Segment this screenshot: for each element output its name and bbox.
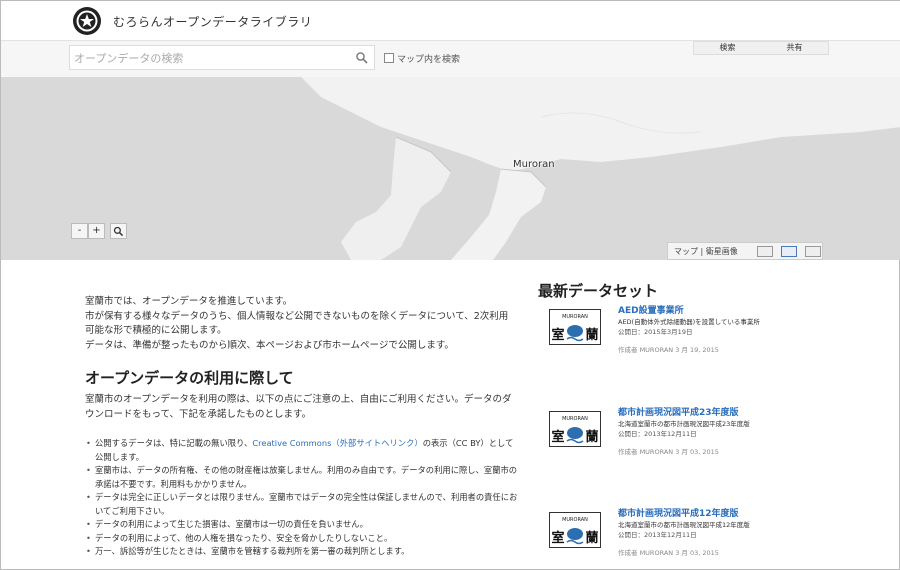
- svg-text:MURORAN: MURORAN: [562, 314, 588, 320]
- tab-share[interactable]: 共有: [761, 42, 828, 54]
- zoom-controls: - +: [71, 223, 127, 239]
- terms-item: データの利用によって、他の人権を損なったり、安全を脅かしたりしないこと。: [85, 532, 521, 546]
- terms-list: 公開するデータは、特に記載の無い限り、Creative Commons（外部サイ…: [85, 437, 521, 559]
- dataset-author: 作成者 MURORAN 3 月 03, 2015: [618, 448, 719, 456]
- latest-datasets-heading: 最新データセット: [538, 282, 659, 300]
- app-title[interactable]: むろらんオープンデータライブラリ: [113, 13, 312, 30]
- layer-option-3[interactable]: [805, 246, 821, 257]
- muroran-logo-thumbnail[interactable]: MURORAN 室 蘭: [549, 309, 601, 345]
- search-icon[interactable]: [355, 51, 369, 65]
- search-bar: マップ内を検索 検索 共有: [1, 41, 900, 77]
- dataset-date: 公開日：2015年3月19日: [618, 328, 693, 336]
- zoom-in-button[interactable]: +: [88, 223, 105, 239]
- svg-text:MURORAN: MURORAN: [562, 517, 588, 523]
- layer-option-1[interactable]: [757, 246, 773, 257]
- muroran-logo-thumbnail[interactable]: MURORAN 室 蘭: [549, 411, 601, 447]
- layer-option-2[interactable]: [781, 246, 797, 257]
- terms-heading: オープンデータの利用に際して: [85, 369, 294, 387]
- dataset-title-link[interactable]: AED設置事業所: [618, 303, 684, 316]
- tab-bar: 検索 共有: [693, 41, 829, 55]
- dataset-author: 作成者 MURORAN 3 月 03, 2015: [618, 549, 719, 557]
- muroran-logo-thumbnail[interactable]: MURORAN 室 蘭: [549, 512, 601, 548]
- dataset-description: 北海道室蘭市の都市計画現況図平成12年度版: [618, 521, 750, 529]
- tab-search[interactable]: 検索: [694, 42, 761, 54]
- terms-item: 公開するデータは、特に記載の無い限り、Creative Commons（外部サイ…: [85, 437, 521, 464]
- layer-switcher: マップ | 衛星画像: [667, 242, 823, 260]
- dataset-item: MURORAN 室 蘭 都市計画現況図平成12年度版 北海道室蘭市の都市計画現況…: [549, 506, 809, 566]
- layer-label: マップ | 衛星画像: [674, 247, 738, 256]
- dataset-title-link[interactable]: 都市計画現況図平成12年度版: [618, 506, 739, 519]
- svg-text:室: 室: [551, 530, 564, 546]
- svg-text:蘭: 蘭: [585, 429, 598, 445]
- intro-text: 室蘭市では、オープンデータを推進しています。 市が保有する様々なデータのうち、個…: [85, 295, 517, 353]
- search-box: [69, 45, 375, 70]
- dataset-title-link[interactable]: 都市計画現況図平成23年度版: [618, 405, 739, 418]
- dataset-item: MURORAN 室 蘭 AED設置事業所 AED(自動体外式除細動器)を設置して…: [549, 303, 809, 363]
- map-view[interactable]: Muroran - + マップ | 衛星画像: [1, 77, 900, 260]
- terms-item-text: 公開するデータは、特に記載の無い限り、: [95, 438, 253, 448]
- terms-item: 室蘭市は、データの所有権、その他の財産権は放棄しません。利用のみ自由です。データ…: [85, 464, 521, 491]
- terms-intro: 室蘭市のオープンデータを利用の際は、以下の点にご注意の上、自由にご利用ください。…: [85, 394, 512, 420]
- magnifier-icon: [113, 226, 124, 237]
- intro-paragraph: 市が保有する様々なデータのうち、個人情報など公開できないものを除くデータについて…: [85, 310, 509, 337]
- dataset-date: 公開日：2013年12月11日: [618, 531, 697, 539]
- city-logo-icon[interactable]: [72, 6, 102, 36]
- intro-paragraph: 室蘭市では、オープンデータを推進しています。: [85, 296, 293, 307]
- dataset-author: 作成者 MURORAN 3 月 19, 2015: [618, 346, 719, 354]
- map-base-layer: [1, 77, 900, 260]
- terms-item: 万一、訴訟等が生じたときは、室蘭市を管轄する裁判所を第一審の裁判所とします。: [85, 545, 521, 559]
- svg-text:蘭: 蘭: [585, 530, 598, 546]
- dataset-item: MURORAN 室 蘭 都市計画現況図平成23年度版 北海道室蘭市の都市計画現況…: [549, 405, 809, 465]
- terms-item: データの利用によって生じた損害は、室蘭市は一切の責任を負いません。: [85, 518, 521, 532]
- map-place-label: Muroran: [513, 159, 555, 170]
- header: むろらんオープンデータライブラリ: [1, 1, 900, 41]
- svg-text:MURORAN: MURORAN: [562, 416, 588, 422]
- dataset-description: 北海道室蘭市の都市計画現況図平成23年度版: [618, 420, 750, 428]
- zoom-out-button[interactable]: -: [71, 223, 88, 239]
- search-in-map-label[interactable]: マップ内を検索: [397, 52, 460, 65]
- search-input[interactable]: [74, 49, 354, 67]
- search-in-map-checkbox[interactable]: [384, 53, 394, 63]
- dataset-date: 公開日：2013年12月11日: [618, 430, 697, 438]
- map-search-button[interactable]: [110, 223, 127, 239]
- terms-item: データは完全に正しいデータとは限りません。室蘭市ではデータの完全性は保証しません…: [85, 491, 521, 518]
- creative-commons-link[interactable]: Creative Commons（外部サイトへリンク）: [252, 438, 422, 448]
- dataset-description: AED(自動体外式除細動器)を設置している事業所: [618, 318, 760, 326]
- page-frame: むろらんオープンデータライブラリ マップ内を検索 検索 共有: [0, 0, 900, 570]
- intro-paragraph: データは、準備が整ったものから順次、本ページおよび市ホームページで公開します。: [85, 339, 454, 351]
- svg-text:室: 室: [551, 429, 564, 445]
- svg-text:室: 室: [551, 327, 564, 343]
- svg-text:蘭: 蘭: [585, 327, 598, 343]
